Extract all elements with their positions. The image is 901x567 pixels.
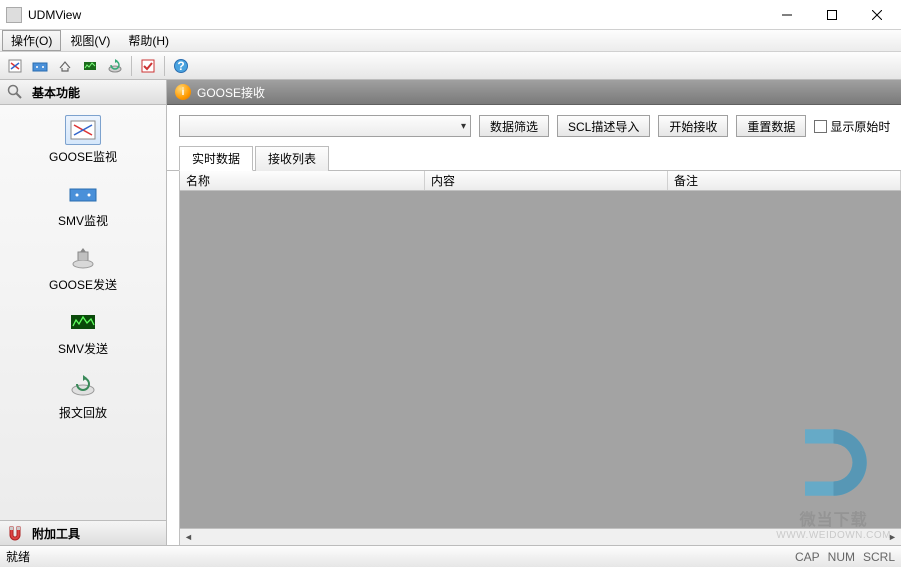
- statusbar: 就绪 CAP NUM SCRL: [0, 545, 901, 567]
- column-content[interactable]: 内容: [425, 171, 668, 190]
- smv-monitor-icon: [65, 179, 101, 209]
- status-num: NUM: [828, 550, 855, 564]
- content: i GOOSE接收 ▾ 数据筛选 SCL描述导入 开始接收 重置数据 显示原始时…: [167, 80, 901, 545]
- status-cap: CAP: [795, 550, 820, 564]
- menu-view[interactable]: 视图(V): [61, 30, 119, 51]
- smv-send-icon: [65, 307, 101, 337]
- svg-text:?: ?: [177, 59, 184, 73]
- sidebar-item-label: SMV监视: [58, 212, 108, 229]
- menu-help[interactable]: 帮助(H): [119, 30, 178, 51]
- toolbar-btn-2[interactable]: [29, 55, 51, 77]
- scroll-left-icon: ◄: [180, 529, 197, 545]
- magnifier-icon: [6, 83, 24, 101]
- sidebar-header-label: 基本功能: [32, 84, 80, 101]
- toolbar-btn-5[interactable]: [104, 55, 126, 77]
- replay-icon: [65, 371, 101, 401]
- sidebar: 基本功能 GOOSE监视 SMV监视 GOOSE发送 SMV发送 报文回放: [0, 80, 167, 545]
- data-table: 名称 内容 备注 ◄ ►: [179, 171, 901, 545]
- checkbox-label: 显示原始时: [830, 118, 890, 135]
- toolbar-btn-4[interactable]: [79, 55, 101, 77]
- column-name[interactable]: 名称: [180, 171, 425, 190]
- close-button[interactable]: [854, 0, 899, 29]
- toolbar-separator: [131, 56, 132, 76]
- sidebar-item-smv-monitor[interactable]: SMV监视: [0, 179, 166, 229]
- content-body: ▾ 数据筛选 SCL描述导入 开始接收 重置数据 显示原始时 实时数据 接收列表…: [167, 105, 901, 545]
- filter-button[interactable]: 数据筛选: [479, 115, 549, 137]
- tab-receive-list[interactable]: 接收列表: [255, 146, 329, 171]
- scroll-right-icon: ►: [884, 529, 901, 545]
- filter-combobox[interactable]: ▾: [179, 115, 471, 137]
- minimize-button[interactable]: [764, 0, 809, 29]
- checkbox-box-icon: [814, 120, 827, 133]
- menu-operation[interactable]: 操作(O): [2, 30, 61, 51]
- sidebar-item-goose-send[interactable]: GOOSE发送: [0, 243, 166, 293]
- window-title: UDMView: [28, 8, 764, 22]
- sidebar-item-goose-monitor[interactable]: GOOSE监视: [0, 115, 166, 165]
- sidebar-item-label: 报文回放: [59, 404, 107, 421]
- toolbar: ?: [0, 52, 901, 80]
- toolbar-separator-2: [164, 56, 165, 76]
- filter-row: ▾ 数据筛选 SCL描述导入 开始接收 重置数据 显示原始时: [167, 115, 901, 145]
- tabs: 实时数据 接收列表: [167, 145, 901, 171]
- show-raw-checkbox[interactable]: 显示原始时: [814, 118, 890, 135]
- goose-send-icon: [65, 243, 101, 273]
- info-icon: i: [175, 84, 191, 100]
- status-scrl: SCRL: [863, 550, 895, 564]
- content-header: i GOOSE接收: [167, 80, 901, 105]
- start-receive-button[interactable]: 开始接收: [658, 115, 728, 137]
- menubar: 操作(O) 视图(V) 帮助(H): [0, 30, 901, 52]
- app-icon: [6, 7, 22, 23]
- main-area: 基本功能 GOOSE监视 SMV监视 GOOSE发送 SMV发送 报文回放: [0, 80, 901, 545]
- tab-realtime[interactable]: 实时数据: [179, 146, 253, 171]
- goose-monitor-icon: [65, 115, 101, 145]
- toolbar-btn-3[interactable]: [54, 55, 76, 77]
- table-header: 名称 内容 备注: [180, 171, 901, 191]
- sidebar-header-basic[interactable]: 基本功能: [0, 80, 166, 105]
- sidebar-body: GOOSE监视 SMV监视 GOOSE发送 SMV发送 报文回放: [0, 105, 166, 520]
- sidebar-item-label: GOOSE监视: [49, 148, 117, 165]
- toolbar-btn-help[interactable]: ?: [170, 55, 192, 77]
- magnet-icon: [6, 524, 24, 542]
- chevron-down-icon: ▾: [461, 121, 466, 132]
- sidebar-footer-addon[interactable]: 附加工具: [0, 520, 166, 545]
- toolbar-btn-1[interactable]: [4, 55, 26, 77]
- sidebar-item-label: GOOSE发送: [49, 276, 117, 293]
- toolbar-btn-check[interactable]: [137, 55, 159, 77]
- scl-import-button[interactable]: SCL描述导入: [557, 115, 650, 137]
- reset-data-button[interactable]: 重置数据: [736, 115, 806, 137]
- sidebar-item-smv-send[interactable]: SMV发送: [0, 307, 166, 357]
- maximize-button[interactable]: [809, 0, 854, 29]
- sidebar-item-replay[interactable]: 报文回放: [0, 371, 166, 421]
- content-title: GOOSE接收: [197, 84, 265, 101]
- column-remark[interactable]: 备注: [668, 171, 901, 190]
- titlebar: UDMView: [0, 0, 901, 30]
- table-body: ◄ ►: [180, 191, 901, 545]
- status-ready: 就绪: [6, 548, 787, 565]
- horizontal-scrollbar[interactable]: ◄ ►: [180, 528, 901, 545]
- sidebar-footer-label: 附加工具: [32, 525, 80, 542]
- sidebar-item-label: SMV发送: [58, 340, 108, 357]
